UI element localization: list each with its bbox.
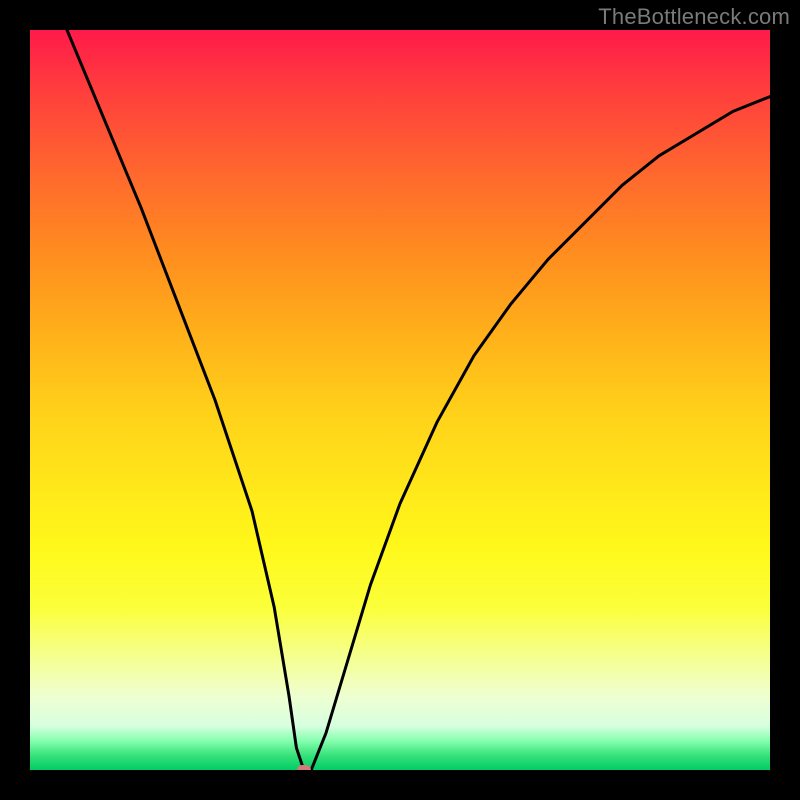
chart-frame (0, 0, 800, 800)
watermark-text: TheBottleneck.com (598, 4, 790, 30)
